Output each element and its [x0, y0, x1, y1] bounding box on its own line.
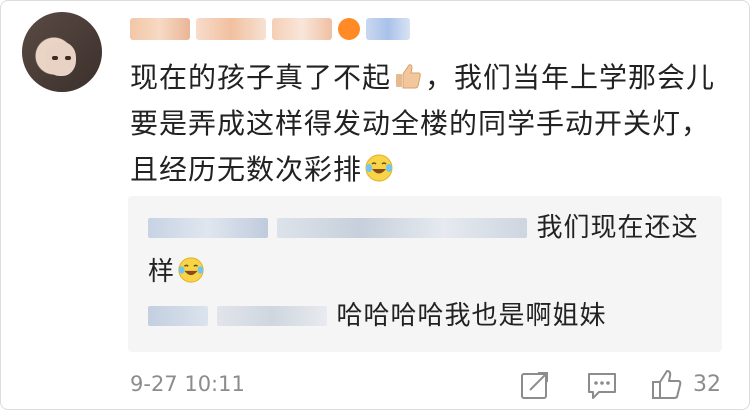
share-icon[interactable]	[518, 368, 552, 402]
reply-list: 我们现在还这样 哈哈哈哈我也是啊姐妹	[128, 196, 722, 352]
comment-text: 现在的孩子真了不起 ，我们当年上学那会儿要是弄成这样得发动全楼的同学手动开关灯，…	[130, 55, 720, 193]
username-blur-segment	[196, 18, 266, 40]
vip-badge-icon	[338, 18, 360, 40]
avatar-face	[46, 42, 76, 76]
laughing-tears-icon	[365, 154, 393, 182]
timestamp: 9-27 10:11	[130, 372, 245, 396]
username-blurred[interactable]	[130, 14, 420, 44]
comment-text-part-1: 现在的孩子真了不起	[130, 61, 392, 94]
avatar-eye-right	[65, 56, 71, 60]
comment-icon[interactable]	[585, 368, 619, 402]
username-blur-segment	[130, 18, 190, 40]
reply-item[interactable]: 我们现在还这样	[148, 206, 713, 294]
username-blur-segment	[272, 18, 332, 40]
username-blur-segment	[366, 18, 410, 40]
reply-item[interactable]: 哈哈哈哈我也是啊姐妹	[148, 294, 713, 338]
thumbs-up-icon	[396, 64, 421, 89]
like-icon[interactable]	[650, 368, 684, 402]
reply-author-blurred[interactable]	[277, 218, 528, 238]
reply-author-blurred[interactable]	[217, 306, 328, 326]
avatar[interactable]	[22, 12, 102, 92]
reply-author-blurred[interactable]	[148, 218, 268, 238]
reply-author-blurred[interactable]	[148, 306, 208, 326]
avatar-eye-left	[52, 56, 58, 60]
laughing-tears-icon	[178, 257, 204, 283]
like-count: 32	[693, 372, 721, 397]
reply-text: 哈哈哈哈我也是啊姐妹	[336, 301, 607, 331]
comment-footer: 9-27 10:11 32	[130, 368, 730, 404]
